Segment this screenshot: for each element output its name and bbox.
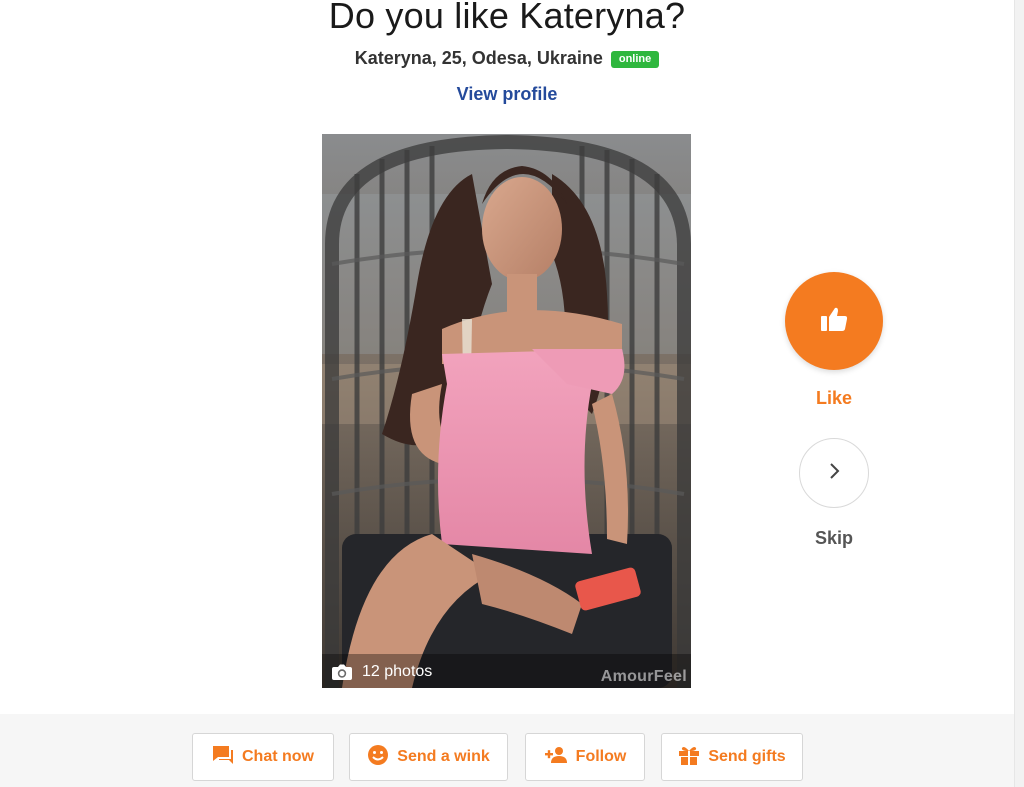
profile-photo[interactable]: 12 photos AmourFeel bbox=[322, 134, 691, 688]
chat-icon bbox=[212, 745, 234, 770]
chat-now-button[interactable]: Chat now bbox=[192, 733, 334, 781]
chevron-right-icon bbox=[827, 462, 841, 485]
send-gifts-button[interactable]: Send gifts bbox=[661, 733, 803, 781]
scrollbar[interactable] bbox=[1014, 0, 1024, 787]
profile-info: Kateryna, 25, Odesa, Ukraine bbox=[354, 48, 603, 68]
camera-icon bbox=[331, 663, 353, 681]
send-wink-button[interactable]: Send a wink bbox=[349, 733, 508, 781]
like-label[interactable]: Like bbox=[785, 388, 883, 409]
profile-summary: Kateryna, 25, Odesa, Ukraine online bbox=[0, 46, 1014, 70]
add-person-icon bbox=[544, 746, 568, 769]
photo-count-label: 12 photos bbox=[362, 663, 433, 680]
send-gifts-label: Send gifts bbox=[708, 748, 786, 765]
send-wink-label: Send a wink bbox=[397, 748, 490, 765]
skip-label[interactable]: Skip bbox=[785, 528, 883, 549]
watermark: AmourFeel bbox=[600, 668, 687, 685]
follow-button[interactable]: Follow bbox=[525, 733, 645, 781]
thumbs-up-icon bbox=[820, 306, 848, 337]
like-button[interactable] bbox=[785, 272, 883, 370]
view-profile-link[interactable]: View profile bbox=[0, 82, 1014, 106]
chat-now-label: Chat now bbox=[242, 748, 314, 765]
follow-label: Follow bbox=[575, 748, 627, 765]
profile-photo-illustration bbox=[322, 134, 691, 688]
smile-icon bbox=[367, 744, 389, 771]
page-title: Do you like Kateryna? bbox=[328, 0, 686, 36]
skip-button[interactable] bbox=[799, 438, 869, 508]
gift-icon bbox=[678, 744, 700, 771]
view-profile-label[interactable]: View profile bbox=[457, 84, 558, 104]
photo-count[interactable]: 12 photos bbox=[331, 663, 432, 681]
match-page: Do you like Kateryna? Kateryna, 25, Odes… bbox=[0, 0, 1024, 787]
status-badge: online bbox=[610, 51, 660, 68]
